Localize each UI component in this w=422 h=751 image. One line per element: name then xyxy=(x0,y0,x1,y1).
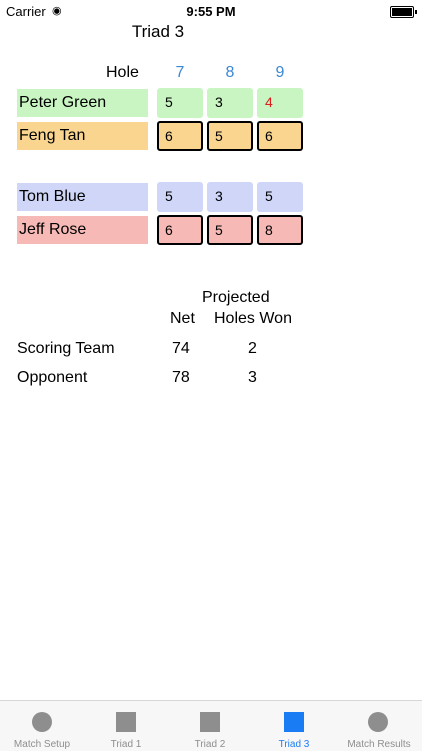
scoring-team-holes-won: 2 xyxy=(248,340,257,357)
square-icon xyxy=(284,712,304,732)
circle-icon xyxy=(32,712,52,732)
holes-won-header: Holes Won xyxy=(214,310,292,327)
score-cell[interactable]: 6 xyxy=(257,121,303,151)
net-header: Net xyxy=(170,310,195,327)
status-time: 9:55 PM xyxy=(186,4,236,19)
scoring-team-net: 74 xyxy=(172,340,190,357)
tab-triad-1[interactable]: Triad 1 xyxy=(84,701,168,751)
tab-label: Triad 2 xyxy=(194,739,226,750)
tab-triad-2[interactable]: Triad 2 xyxy=(168,701,252,751)
hole-number-9: 9 xyxy=(275,64,285,81)
tab-label: Triad 3 xyxy=(278,739,310,750)
score-cell[interactable]: 5 xyxy=(207,121,253,151)
score-cell[interactable]: 5 xyxy=(157,182,203,212)
score-cell[interactable]: 6 xyxy=(157,121,203,151)
square-icon xyxy=(116,712,136,732)
score-cell[interactable]: 4 xyxy=(257,88,303,118)
projected-header: Projected xyxy=(202,289,270,306)
score-cell[interactable]: 5 xyxy=(207,215,253,245)
hole-label: Hole xyxy=(106,64,139,81)
opponent-holes-won: 3 xyxy=(248,369,257,386)
player-name-jeff-rose: Jeff Rose xyxy=(17,216,148,244)
status-bar: Carrier ◉ 9:55 PM xyxy=(0,0,422,22)
player-name-tom-blue: Tom Blue xyxy=(17,183,148,211)
player-name-peter-green: Peter Green xyxy=(17,89,148,117)
tab-label: Match Setup xyxy=(13,739,71,750)
tab-match-results[interactable]: Match Results xyxy=(336,701,422,751)
square-icon xyxy=(200,712,220,732)
opponent-net: 78 xyxy=(172,369,190,386)
player-name-feng-tan: Feng Tan xyxy=(17,122,148,150)
page-title: Triad 3 xyxy=(131,22,185,41)
scoring-team-label: Scoring Team xyxy=(17,340,115,357)
tab-bar: Match Setup Triad 1 Triad 2 Triad 3 Matc… xyxy=(0,700,422,751)
score-cell[interactable]: 3 xyxy=(207,182,253,212)
tab-match-setup[interactable]: Match Setup xyxy=(0,701,84,751)
hole-number-7: 7 xyxy=(175,64,185,81)
hole-number-8: 8 xyxy=(225,64,235,81)
tab-triad-3[interactable]: Triad 3 xyxy=(252,701,336,751)
score-cell[interactable]: 8 xyxy=(257,215,303,245)
battery-icon xyxy=(390,6,417,18)
tab-label: Triad 1 xyxy=(110,739,142,750)
tab-label: Match Results xyxy=(347,739,411,750)
score-cell[interactable]: 6 xyxy=(157,215,203,245)
score-cell[interactable]: 3 xyxy=(207,88,253,118)
opponent-label: Opponent xyxy=(17,369,88,386)
score-cell[interactable]: 5 xyxy=(157,88,203,118)
circle-icon xyxy=(368,712,388,732)
score-cell[interactable]: 5 xyxy=(257,182,303,212)
